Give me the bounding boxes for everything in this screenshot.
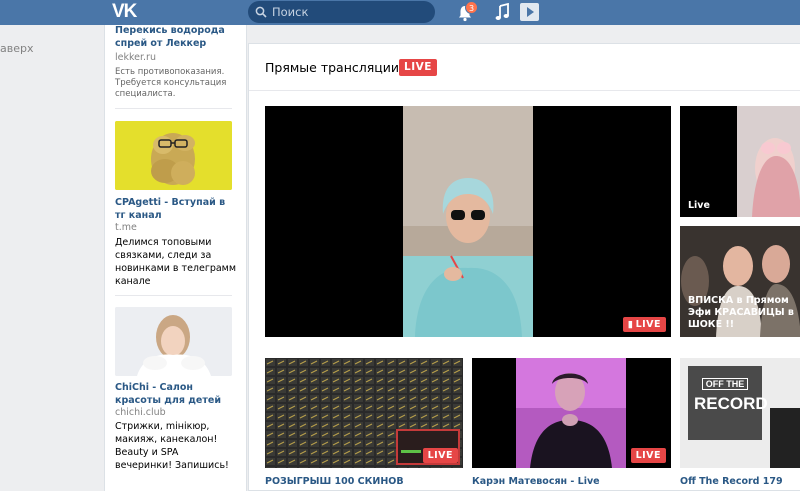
- ad-divider: [115, 108, 232, 109]
- page-title: Прямые трансляции: [265, 60, 400, 75]
- channel-logo: OFF THE RECORD: [694, 378, 768, 413]
- ad-image[interactable]: [115, 121, 232, 190]
- stream-caption[interactable]: РОЗЫГРЫШ 100 СКИНОВ: [265, 476, 404, 487]
- ad-domain: t.me: [115, 222, 137, 233]
- ad-domain: lekker.ru: [115, 52, 156, 63]
- stream-tile[interactable]: Live: [680, 106, 800, 217]
- search-input[interactable]: [272, 3, 422, 21]
- ad-description: Стрижки, mінікюр, макияж, канекалон! Bea…: [115, 421, 229, 471]
- scroll-up-link[interactable]: аверх: [0, 42, 33, 55]
- notification-badge: 3: [465, 1, 478, 14]
- stream-caption[interactable]: Карэн Матевосян - Live: [472, 476, 600, 487]
- live-streams-panel: Прямые трансляции LIVE ▮ LIVE Live ВПИСК…: [248, 43, 800, 491]
- stream-tile-featured[interactable]: ▮ LIVE: [265, 106, 671, 337]
- vk-logo[interactable]: VK: [112, 2, 142, 22]
- ad-title[interactable]: CPAgetti - Вступай в тг канал: [115, 196, 237, 222]
- signal-icon: ▮: [627, 319, 634, 330]
- stream-label: Live: [688, 200, 710, 211]
- stream-thumbnail: [265, 106, 671, 337]
- stream-tile[interactable]: ВПИСКА в Прямом Эфи КРАСАВИЦЫ в ШОКЕ !!: [680, 226, 800, 337]
- live-badge: LIVE: [630, 448, 666, 463]
- ads-column: Перекись водорода спрей от Леккер lekker…: [104, 25, 247, 491]
- ad-disclaimer: Есть противопоказания. Требуется консуль…: [115, 67, 227, 99]
- ad-title[interactable]: Перекись водорода спрей от Леккер: [115, 24, 237, 50]
- ad-image[interactable]: [115, 307, 232, 376]
- live-badge: ▮ LIVE: [622, 317, 666, 332]
- stream-tile[interactable]: LIVE: [472, 358, 671, 468]
- live-tag: LIVE: [399, 59, 437, 76]
- ad-description: Делимся топовыми связками, следи за нови…: [115, 237, 237, 287]
- top-bar: VK 3: [0, 0, 800, 25]
- ad-title[interactable]: ChiChi - Салон красоты для детей: [115, 381, 237, 407]
- music-icon[interactable]: [495, 3, 509, 21]
- live-badge: LIVE: [422, 448, 458, 463]
- play-icon[interactable]: [520, 3, 539, 21]
- stream-tile[interactable]: OFF THE RECORD: [680, 358, 800, 468]
- stream-tile[interactable]: LIVE: [265, 358, 463, 468]
- stream-title-overlay: ВПИСКА в Прямом Эфи КРАСАВИЦЫ в ШОКЕ !!: [688, 295, 794, 330]
- header-divider: [249, 90, 800, 91]
- search-box[interactable]: [248, 1, 435, 23]
- search-icon: [255, 6, 267, 18]
- ad-divider: [115, 295, 232, 296]
- stream-caption[interactable]: Off The Record 179: [680, 476, 783, 487]
- ad-domain: chichi.club: [115, 407, 166, 418]
